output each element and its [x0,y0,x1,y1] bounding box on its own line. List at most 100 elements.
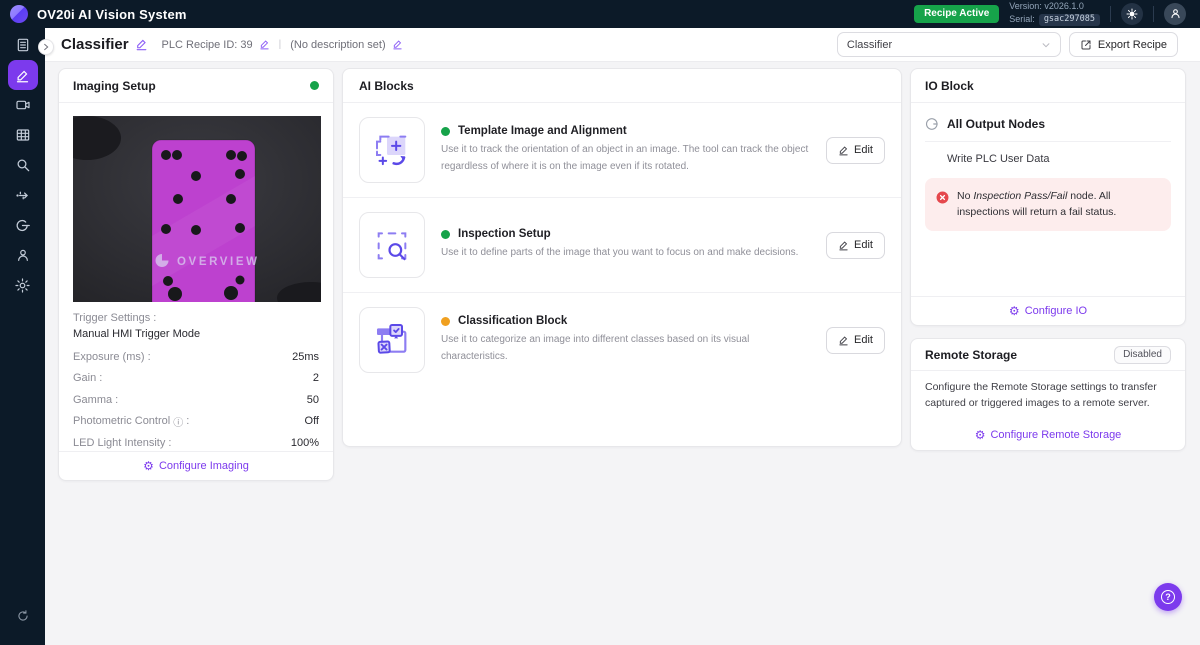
sync-icon [8,601,38,631]
photo-watermark: OVERVIEW [177,256,260,268]
pencil-icon [8,60,38,90]
pencil-icon [838,240,849,251]
setting-label: LED Light Intensity : [73,437,171,449]
block-name: Template Image and Alignment [458,125,627,137]
all-output-nodes-group[interactable]: All Output Nodes [925,117,1171,142]
setting-value: Manual HMI Trigger Mode [73,326,319,342]
group-title: All Output Nodes [947,117,1045,131]
classification-block-icon [359,307,425,373]
configure-remote-storage-link[interactable]: ⚙ Configure Remote Storage [911,419,1185,450]
block-status-dot [441,230,450,239]
page-title: Classifier [61,36,129,53]
remote-storage-card: Remote Storage Disabled Configure the Re… [910,338,1186,451]
template-alignment-icon [359,117,425,183]
recipe-header-bar: Classifier PLC Recipe ID: 39 | (No descr… [45,28,1200,62]
top-bar: OV20i AI Vision System Recipe Active Ver… [0,0,1200,28]
flow-icon [8,180,38,210]
help-button[interactable]: ? [1154,583,1182,611]
user-avatar-button[interactable] [1164,3,1186,25]
setting-label: Photometric Control [73,415,170,427]
block-description: Use it to define parts of the image that… [441,245,816,262]
imaging-settings-list: Trigger Settings : Manual HMI Trigger Mo… [59,311,333,454]
divider [1153,6,1154,22]
ai-block-row-inspection-setup: Inspection Setup Use it to define parts … [343,197,901,292]
setting-label: Trigger Settings : [73,311,319,326]
sidebar-expand-button[interactable] [38,39,54,55]
setting-value: 100% [291,437,319,449]
theme-toggle-button[interactable] [1121,3,1143,25]
imaging-status-dot [310,81,319,90]
remote-storage-title: Remote Storage [925,348,1017,362]
pencil-icon [838,145,849,156]
inspection-fail-alert: No Inspection Pass/Fail node. All inspec… [925,178,1171,231]
alert-text: No Inspection Pass/Fail node. All inspec… [957,188,1160,221]
meta-divider: | [279,39,282,50]
sun-icon [1126,8,1138,20]
output-node-item[interactable]: Write PLC User Data [947,153,1171,165]
user-icon [1169,7,1182,20]
io-block-card: IO Block All Output Nodes Write PLC User… [910,68,1186,326]
setting-value: 50 [307,394,319,406]
camera-icon [8,90,38,120]
setting-row: Photometric Control ⓘ : Off [73,411,319,433]
setting-value: 2 [313,372,319,384]
block-status-dot [441,317,450,326]
edit-inspection-setup-button[interactable]: Edit [826,232,885,259]
chevron-down-icon [1041,40,1051,50]
camera-preview-image: OVERVIEW [73,116,319,302]
inspection-setup-icon [359,212,425,278]
pencil-icon [838,335,849,346]
remote-storage-description: Configure the Remote Storage settings to… [911,371,1185,412]
sidebar-item-recipe-editor[interactable] [0,60,45,90]
remote-storage-status-badge: Disabled [1114,346,1171,364]
edit-title-icon[interactable] [135,38,148,51]
edit-recipe-id-icon[interactable] [259,39,270,50]
export-recipe-button[interactable]: Export Recipe [1069,32,1178,57]
recipe-active-badge: Recipe Active [914,5,999,23]
setting-label: Gamma : [73,394,118,406]
serial-value: gsac297085 [1039,14,1100,25]
sidebar-item-settings[interactable] [0,270,45,300]
gear-icon: ⚙ [143,460,154,472]
gear-icon: ⚙ [975,429,986,441]
configure-io-link[interactable]: ⚙ Configure IO [911,296,1185,325]
version-label: Version: v2026.1.0 [1009,2,1100,12]
output-node-icon [925,117,939,131]
sidebar-sync-button[interactable] [0,601,45,631]
imaging-setup-card: Imaging Setup [58,68,334,481]
overview-logo [10,5,28,23]
setting-row: Gain : 2 [73,368,319,390]
ai-blocks-card: AI Blocks Template Image and Alignment [342,68,902,447]
export-icon [1080,39,1092,51]
setting-value: Off [305,415,319,427]
setting-label: Exposure (ms) : [73,351,151,363]
sidebar-item-camera[interactable] [0,90,45,120]
ai-blocks-title: AI Blocks [359,79,414,93]
sidebar-item-users[interactable] [0,240,45,270]
io-port-icon [8,210,38,240]
edit-description-icon[interactable] [392,39,403,50]
edit-template-alignment-button[interactable]: Edit [826,137,885,164]
ai-block-row-classification: Classification Block Use it to categoriz… [343,292,901,387]
block-name: Classification Block [458,315,567,327]
edit-classification-button[interactable]: Edit [826,327,885,354]
block-status-dot [441,127,450,136]
sidebar-item-inspect[interactable] [0,150,45,180]
configure-imaging-link[interactable]: ⚙ Configure Imaging [59,451,333,480]
error-icon [936,191,949,204]
info-icon[interactable]: ⓘ [173,414,183,429]
table-icon [8,120,38,150]
sidebar-item-data-table[interactable] [0,120,45,150]
sidebar-item-flow[interactable] [0,180,45,210]
question-mark-icon: ? [1161,590,1175,604]
serial-label: Serial: [1009,15,1035,25]
block-description: Use it to track the orientation of an ob… [441,142,816,175]
setting-label: Gain : [73,372,102,384]
plc-recipe-id: PLC Recipe ID: 39 [162,39,270,51]
recipe-select[interactable]: Classifier [837,32,1061,57]
sidebar-item-io[interactable] [0,210,45,240]
left-sidebar [0,28,45,645]
search-icon [8,150,38,180]
divider [1110,6,1111,22]
setting-row: Gamma : 50 [73,389,319,411]
